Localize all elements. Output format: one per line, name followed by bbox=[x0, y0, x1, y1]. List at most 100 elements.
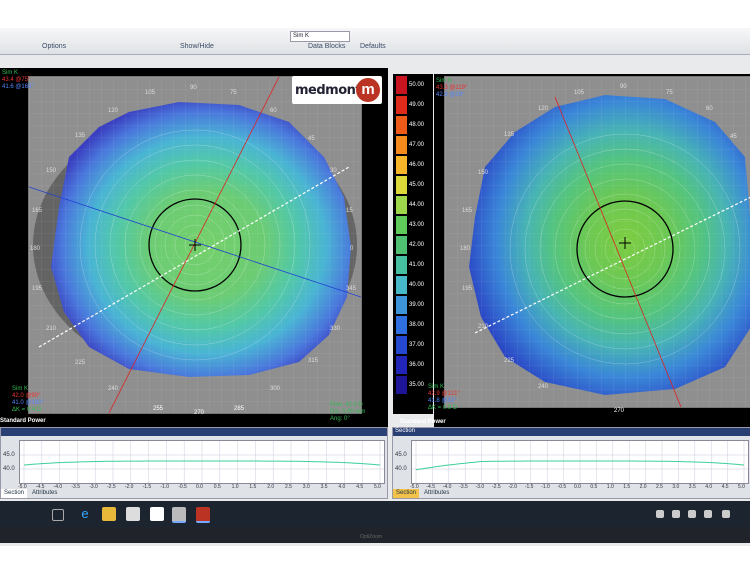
right-footer-label: Standard Power bbox=[400, 419, 446, 425]
color-scale-swatch bbox=[396, 296, 407, 314]
section-x-tick: 4.0 bbox=[705, 484, 713, 490]
right-section-tab[interactable]: Section bbox=[393, 489, 420, 498]
left-degree-300: 300 bbox=[270, 386, 281, 392]
section-x-tick: -1.0 bbox=[160, 484, 170, 490]
left-simk-label: Sim K bbox=[12, 386, 29, 392]
right-degree-45: 45 bbox=[730, 134, 737, 140]
left-degree-45: 45 bbox=[308, 136, 315, 142]
right-topography-map[interactable] bbox=[444, 76, 750, 408]
left-attributes-tab[interactable]: Attributes bbox=[29, 489, 60, 498]
section-x-tick: 5.0 bbox=[374, 484, 381, 490]
left-degree-165: 165 bbox=[32, 208, 43, 214]
color-scale-swatch bbox=[396, 336, 407, 354]
left-readout-power: Pow: 42.0 D bbox=[330, 402, 363, 408]
left-degree-210: 210 bbox=[46, 326, 57, 332]
medmont-app-icon[interactable] bbox=[172, 507, 186, 523]
left-bottom-tick-255: 255 bbox=[153, 406, 164, 412]
right-section-title: Section bbox=[395, 428, 416, 434]
right-delta-k: ΔK = 0.9 D bbox=[428, 405, 458, 411]
section-x-tick: 3.5 bbox=[688, 484, 696, 490]
left-bottom-tick-285: 285 bbox=[234, 406, 245, 412]
app-icon[interactable] bbox=[150, 507, 164, 521]
right-map-graphic bbox=[445, 77, 750, 407]
left-degree-30: 30 bbox=[330, 168, 337, 174]
right-top-simk-value-2: 42.8 @29° bbox=[436, 92, 465, 98]
left-degree-345: 345 bbox=[346, 286, 357, 292]
section-x-tick: 3.0 bbox=[672, 484, 680, 490]
task-view-icon[interactable] bbox=[52, 509, 64, 521]
file-explorer-icon[interactable] bbox=[102, 507, 116, 521]
section-x-tick: 0.5 bbox=[590, 484, 598, 490]
color-scale-swatch bbox=[396, 196, 407, 214]
section-x-tick: 0.0 bbox=[196, 484, 203, 490]
edge-browser-icon[interactable]: e bbox=[78, 507, 92, 521]
tray-icon-5[interactable] bbox=[722, 510, 730, 518]
right-section-graphic bbox=[412, 441, 748, 483]
section-x-tick: -3.5 bbox=[71, 484, 81, 490]
color-scale-label: 37.00 bbox=[409, 342, 425, 348]
right-degree-225: 225 bbox=[504, 358, 515, 364]
right-attributes-tab[interactable]: Attributes bbox=[421, 489, 452, 498]
left-section-graphic bbox=[20, 441, 384, 483]
section-x-tick: 0.0 bbox=[574, 484, 581, 490]
color-scale-swatch bbox=[396, 316, 407, 334]
store-icon[interactable] bbox=[126, 507, 140, 521]
color-scale-swatch bbox=[396, 156, 407, 174]
left-degree-330: 330 bbox=[330, 326, 341, 332]
left-degree-120: 120 bbox=[108, 108, 119, 114]
color-scale-swatch bbox=[396, 216, 407, 234]
section-x-tick: -3.5 bbox=[459, 484, 468, 490]
left-degree-180: 180 bbox=[30, 246, 41, 252]
medmont-logo-text: medmont bbox=[295, 83, 362, 98]
color-scale-legend: 50.00 49.00 48.00 47.00 46.00 45.00 44.00 43.00… bbox=[393, 74, 433, 414]
color-scale-label: 42.00 bbox=[409, 242, 425, 248]
section-x-tick: 4.5 bbox=[721, 484, 729, 490]
section-x-tick: 2.5 bbox=[656, 484, 663, 490]
left-delta-k: ΔK = 0.4 D bbox=[12, 407, 42, 413]
section-x-tick: -3.0 bbox=[475, 484, 485, 490]
section-x-tick: 2.0 bbox=[267, 484, 275, 490]
right-degree-135: 135 bbox=[504, 132, 515, 138]
color-scale-swatch bbox=[396, 376, 407, 394]
section-x-tick: -1.0 bbox=[541, 484, 550, 490]
tray-icon-2[interactable] bbox=[672, 510, 680, 518]
left-readout-distance: Dis: 0.00 mm bbox=[330, 409, 366, 415]
section-x-tick: 2.5 bbox=[285, 484, 292, 490]
section-x-tick: 1.0 bbox=[606, 484, 614, 490]
right-degree-90: 90 bbox=[620, 84, 627, 90]
tray-icon-3[interactable] bbox=[688, 510, 696, 518]
show-hide-group-label[interactable]: Show/Hide bbox=[180, 43, 214, 50]
tray-icon-1[interactable] bbox=[656, 510, 664, 518]
left-top-simk-value-1: 43.4 @75° bbox=[2, 77, 31, 83]
section-x-tick: -2.0 bbox=[508, 484, 518, 490]
medmont-logo-mark: m bbox=[356, 78, 380, 102]
tray-icon-4[interactable] bbox=[704, 510, 712, 518]
right-map-panel: Sim K 43.3 @119° 42.8 @29° 105 90 75 120… bbox=[400, 74, 750, 454]
right-simk-value-2: 41.8 @31° bbox=[428, 398, 457, 404]
right-degree-210: 210 bbox=[478, 324, 489, 330]
left-section-header bbox=[1, 428, 387, 436]
section-x-tick: -2.5 bbox=[107, 484, 116, 490]
color-scale-swatch bbox=[396, 356, 407, 374]
right-degree-75: 75 bbox=[666, 90, 673, 96]
right-degree-165: 165 bbox=[462, 208, 473, 214]
sim-k-dropdown[interactable]: Sim K bbox=[290, 31, 350, 42]
right-degree-195: 195 bbox=[462, 286, 473, 292]
left-section-tab[interactable]: Section bbox=[1, 489, 28, 498]
right-simk-label: Sim K bbox=[428, 384, 445, 390]
left-degree-315: 315 bbox=[308, 358, 319, 364]
defaults-group-label[interactable]: Defaults bbox=[360, 43, 386, 50]
left-top-simk-label: Sim K bbox=[2, 70, 19, 76]
left-map-panel: Sim K 43.4 @75° 41.6 @165° 105 90 75 120… bbox=[0, 68, 388, 448]
data-blocks-group-label[interactable]: Data Blocks bbox=[308, 43, 345, 50]
left-degree-60: 60 bbox=[270, 108, 277, 114]
section-x-tick: 1.5 bbox=[623, 484, 631, 490]
color-scale-label: 47.00 bbox=[409, 142, 425, 148]
color-scale-label: 46.00 bbox=[409, 162, 425, 168]
medmont-studio-icon[interactable] bbox=[196, 507, 210, 523]
left-degree-90: 90 bbox=[190, 85, 197, 91]
right-degree-60: 60 bbox=[706, 106, 713, 112]
options-group-label[interactable]: Options bbox=[42, 43, 66, 50]
color-scale-swatch bbox=[396, 76, 407, 94]
left-section-panel: 45.0 40.0 -5.0 -4.5 -4.0 -3.5 -3.0 -2.5 -2.0 -1… bbox=[0, 427, 388, 499]
